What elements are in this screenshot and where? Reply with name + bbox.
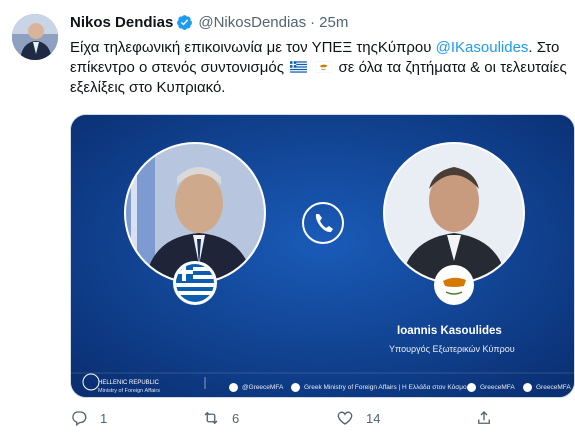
- separator-dot: ·: [310, 13, 316, 31]
- footer-instagram: GreeceMFA: [467, 383, 515, 392]
- person-title: Υπουργός Εξωτερικών Κύπρου: [389, 344, 515, 354]
- footer-facebook: Greek Ministry of Foreign Affairs | Η Ελ…: [291, 383, 467, 392]
- linkedin-icon: [523, 383, 532, 392]
- footer-twitter-text: @GreeceMFA: [242, 384, 284, 391]
- twitter-icon: [229, 383, 238, 392]
- tweet-actions: 1 6 14: [70, 404, 575, 436]
- author-name[interactable]: Nikos Dendias: [70, 14, 173, 31]
- footer-instagram-text: GreeceMFA: [480, 384, 515, 391]
- author-handle[interactable]: @NikosDendias: [198, 14, 306, 31]
- avatar[interactable]: [12, 14, 58, 60]
- instagram-icon: [467, 383, 476, 392]
- footer-linkedin-text: GreeceMFA: [536, 384, 571, 391]
- org-sub: Ministry of Foreign Affairs: [98, 388, 160, 394]
- tweet-header: Nikos Dendias @NikosDendias · 25m: [70, 10, 348, 34]
- org-block: HELLENIC REPUBLIC Ministry of Foreign Af…: [98, 379, 160, 395]
- tweet[interactable]: Nikos Dendias @NikosDendias · 25m Είχα τ…: [0, 0, 575, 436]
- reply-button[interactable]: 1: [70, 409, 107, 427]
- like-count: 14: [366, 410, 381, 426]
- tweet-media-image[interactable]: Ioannis Kasoulides Υπουργός Εξωτερικών Κ…: [70, 114, 575, 398]
- facebook-icon: [291, 383, 300, 392]
- tweet-text-part1: Είχα τηλεφωνική επικοινωνία με τον ΥΠΕΞ …: [70, 39, 432, 56]
- footer-twitter: @GreeceMFA: [229, 383, 283, 392]
- retweet-button[interactable]: 6: [202, 409, 239, 427]
- mention-link[interactable]: @IKasoulides: [436, 39, 529, 56]
- retweet-count: 6: [232, 410, 240, 426]
- greece-flag-icon: [290, 61, 308, 73]
- footer-facebook-text: Greek Ministry of Foreign Affairs | Η Ελ…: [304, 384, 467, 391]
- media-graphic: [71, 115, 574, 397]
- share-button[interactable]: [475, 409, 505, 427]
- org-name: HELLENIC REPUBLIC: [98, 380, 160, 386]
- reply-icon: [72, 411, 87, 427]
- tweet-text: Είχα τηλεφωνική επικοινωνία με τον ΥΠΕΞ …: [70, 38, 570, 98]
- heart-icon: [337, 411, 353, 425]
- person-name: Ioannis Kasoulides: [397, 325, 502, 337]
- verified-badge-icon: [177, 14, 193, 30]
- cyprus-flag-badge-icon: [434, 265, 474, 305]
- like-button[interactable]: 14: [336, 409, 380, 427]
- cyprus-flag-icon: [315, 61, 333, 73]
- tweet-time[interactable]: 25m: [319, 14, 348, 31]
- footer-linkedin: GreeceMFA: [523, 383, 571, 392]
- retweet-icon: [204, 411, 218, 425]
- share-icon: [478, 411, 490, 424]
- reply-count: 1: [100, 410, 108, 426]
- media-footer: HELLENIC REPUBLIC Ministry of Foreign Af…: [71, 375, 574, 397]
- greece-flag-badge-icon: [173, 261, 217, 305]
